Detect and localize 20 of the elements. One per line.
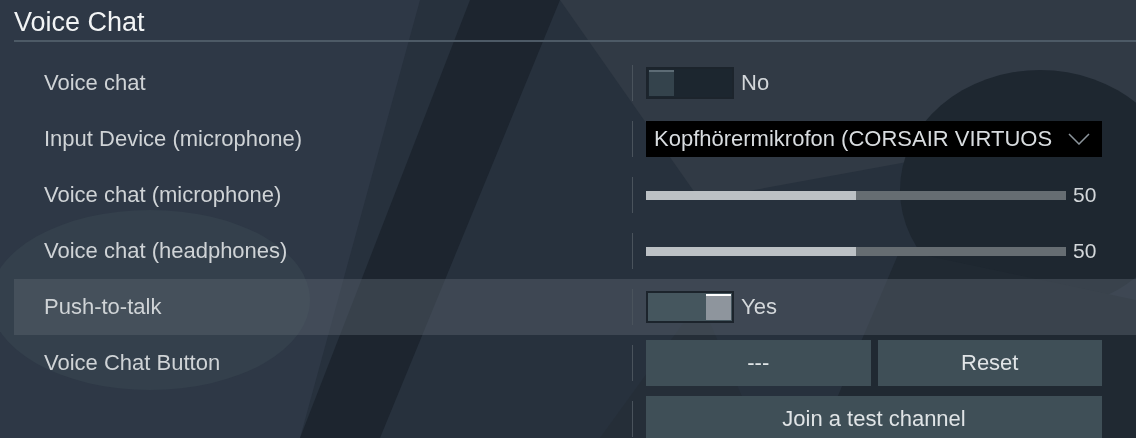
toggle-value: Yes [741,294,777,320]
slider-value: 50 [1073,239,1097,263]
slider-track[interactable] [646,246,1066,256]
setting-label: Voice Chat Button [44,350,221,375]
toggle-switch[interactable] [646,291,734,323]
setting-label: Voice chat [44,70,146,95]
slider-track[interactable] [646,190,1066,200]
action-button[interactable]: --- [646,340,871,386]
setting-label: Voice chat (headphones) [44,238,288,263]
setting-label: Voice chat (microphone) [44,182,282,207]
chevron-icon [1068,133,1090,145]
device-dropdown[interactable]: Kopfhörermikrofon (CORSAIR VIRTUOS [646,121,1102,157]
slider-value: 50 [1073,183,1097,207]
action-button[interactable]: Join a test channel [646,396,1102,438]
toggle-value: No [741,70,770,96]
setting-label: Push-to-talk [44,294,162,319]
setting-label: Input Device (microphone) [44,126,302,151]
toggle-switch[interactable] [646,67,734,99]
action-button[interactable]: Reset [877,340,1102,386]
section-title: Voice Chat [14,6,146,39]
